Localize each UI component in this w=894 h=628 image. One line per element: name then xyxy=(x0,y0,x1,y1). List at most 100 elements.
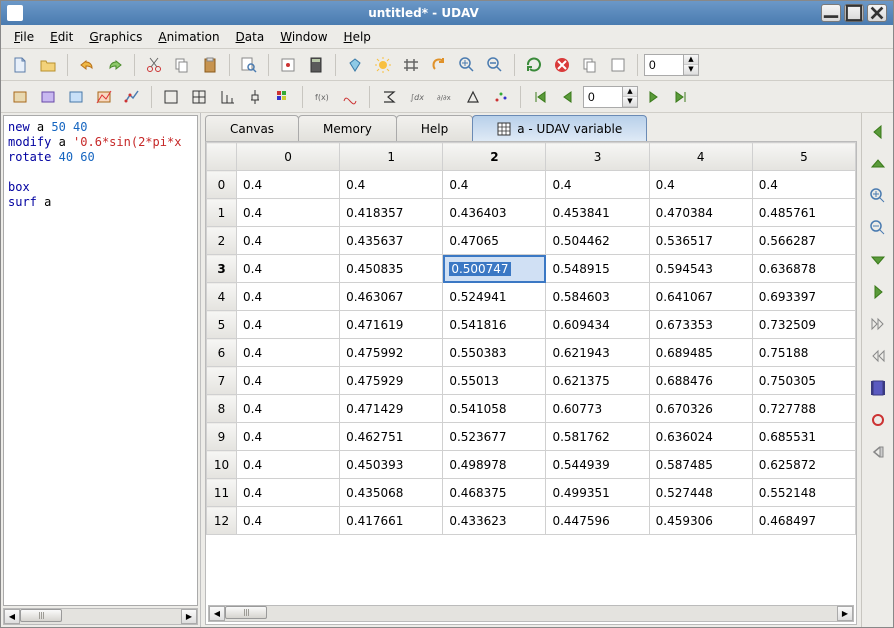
row-header[interactable]: 4 xyxy=(207,283,237,311)
play-fwd-icon[interactable] xyxy=(867,313,889,335)
new-file-icon[interactable] xyxy=(7,52,33,78)
spin-down-icon[interactable]: ▼ xyxy=(623,97,637,107)
cell[interactable]: 0.4 xyxy=(237,423,340,451)
cell[interactable]: 0.541058 xyxy=(443,395,546,423)
cell[interactable]: 0.75188 xyxy=(752,339,855,367)
menu-animation[interactable]: Animation xyxy=(151,28,226,46)
cell[interactable]: 0.475929 xyxy=(340,367,443,395)
find-icon[interactable] xyxy=(236,52,262,78)
row-header[interactable]: 9 xyxy=(207,423,237,451)
cell[interactable]: 0.4 xyxy=(237,199,340,227)
cell[interactable]: 0.450393 xyxy=(340,451,443,479)
sigma-icon[interactable] xyxy=(376,84,402,110)
close-button[interactable] xyxy=(867,4,887,22)
spin-up-icon[interactable]: ▲ xyxy=(623,87,637,97)
cell[interactable]: 0.727788 xyxy=(752,395,855,423)
dx-icon[interactable]: ∫dx xyxy=(404,84,430,110)
frame-spinbox[interactable]: ▲▼ xyxy=(644,54,699,76)
row-header[interactable]: 0 xyxy=(207,171,237,199)
cell[interactable]: 0.4 xyxy=(237,395,340,423)
cell[interactable]: 0.524941 xyxy=(443,283,546,311)
cell[interactable]: 0.500747 xyxy=(443,255,546,283)
cell[interactable]: 0.447596 xyxy=(546,507,649,535)
tool-1-icon[interactable] xyxy=(7,84,33,110)
zoom-out-icon[interactable] xyxy=(867,217,889,239)
cell[interactable]: 0.4 xyxy=(237,367,340,395)
script-editor[interactable]: new a 50 40 modify a '0.6*sin(2*pi*x rot… xyxy=(3,115,198,606)
cell[interactable]: 0.621375 xyxy=(546,367,649,395)
row-header[interactable]: 10 xyxy=(207,451,237,479)
prev-icon[interactable] xyxy=(555,84,581,110)
undo-icon[interactable] xyxy=(74,52,100,78)
red-dot-icon[interactable] xyxy=(867,409,889,431)
tab-help[interactable]: Help xyxy=(396,115,473,141)
row-header[interactable]: 3 xyxy=(207,255,237,283)
delta-icon[interactable] xyxy=(460,84,486,110)
col-header[interactable]: 1 xyxy=(340,143,443,171)
back-icon[interactable] xyxy=(867,441,889,463)
scatter-icon[interactable] xyxy=(488,84,514,110)
cell[interactable]: 0.418357 xyxy=(340,199,443,227)
col-header[interactable]: 4 xyxy=(649,143,752,171)
fx-icon[interactable]: f(x) xyxy=(309,84,335,110)
cell[interactable]: 0.609434 xyxy=(546,311,649,339)
ddx-icon[interactable]: ∂/∂x xyxy=(432,84,458,110)
col-header[interactable]: 2 xyxy=(443,143,546,171)
row-header[interactable]: 1 xyxy=(207,199,237,227)
cell[interactable]: 0.436403 xyxy=(443,199,546,227)
cell[interactable]: 0.4 xyxy=(237,507,340,535)
cell[interactable]: 0.693397 xyxy=(752,283,855,311)
cell[interactable]: 0.4 xyxy=(237,171,340,199)
cell[interactable]: 0.499351 xyxy=(546,479,649,507)
frame-input[interactable] xyxy=(645,58,683,72)
cell[interactable]: 0.417661 xyxy=(340,507,443,535)
cell[interactable]: 0.689485 xyxy=(649,339,752,367)
spin-up-icon[interactable]: ▲ xyxy=(684,55,698,65)
cell[interactable]: 0.468497 xyxy=(752,507,855,535)
cell[interactable]: 0.504462 xyxy=(546,227,649,255)
first-icon[interactable] xyxy=(527,84,553,110)
tool-5-icon[interactable] xyxy=(119,84,145,110)
col-header[interactable]: 3 xyxy=(546,143,649,171)
cell[interactable]: 0.4 xyxy=(237,479,340,507)
menu-graphics[interactable]: Graphics xyxy=(82,28,149,46)
cell[interactable]: 0.636024 xyxy=(649,423,752,451)
menu-file[interactable]: File xyxy=(7,28,41,46)
cell[interactable]: 0.587485 xyxy=(649,451,752,479)
play-back-icon[interactable] xyxy=(867,345,889,367)
cell[interactable]: 0.4 xyxy=(237,451,340,479)
cell[interactable]: 0.688476 xyxy=(649,367,752,395)
col-header[interactable]: 5 xyxy=(752,143,855,171)
row-header[interactable]: 6 xyxy=(207,339,237,367)
cell[interactable]: 0.468375 xyxy=(443,479,546,507)
calc-icon[interactable] xyxy=(303,52,329,78)
run-icon[interactable] xyxy=(275,52,301,78)
slice-input[interactable] xyxy=(584,90,622,104)
minimize-button[interactable] xyxy=(821,4,841,22)
tool-4-icon[interactable] xyxy=(91,84,117,110)
row-header[interactable]: 7 xyxy=(207,367,237,395)
sun-icon[interactable] xyxy=(370,52,396,78)
cell[interactable]: 0.527448 xyxy=(649,479,752,507)
cell[interactable]: 0.498978 xyxy=(443,451,546,479)
reload-icon[interactable] xyxy=(521,52,547,78)
spin-down-icon[interactable]: ▼ xyxy=(684,65,698,75)
cell[interactable]: 0.566287 xyxy=(752,227,855,255)
cell[interactable]: 0.625872 xyxy=(752,451,855,479)
curve-icon[interactable] xyxy=(337,84,363,110)
cell[interactable]: 0.435068 xyxy=(340,479,443,507)
cell[interactable]: 0.47065 xyxy=(443,227,546,255)
cell[interactable]: 0.581762 xyxy=(546,423,649,451)
row-header[interactable]: 11 xyxy=(207,479,237,507)
zoom-out-icon[interactable] xyxy=(482,52,508,78)
next-icon[interactable] xyxy=(640,84,666,110)
tool-3-icon[interactable] xyxy=(63,84,89,110)
maximize-button[interactable] xyxy=(844,4,864,22)
menu-edit[interactable]: Edit xyxy=(43,28,80,46)
grid-hscroll[interactable]: ◀ ▶ xyxy=(208,605,854,622)
col-header[interactable]: 0 xyxy=(237,143,340,171)
cell[interactable]: 0.552148 xyxy=(752,479,855,507)
cell[interactable]: 0.4 xyxy=(237,255,340,283)
export-icon[interactable] xyxy=(605,52,631,78)
menu-window[interactable]: Window xyxy=(273,28,334,46)
